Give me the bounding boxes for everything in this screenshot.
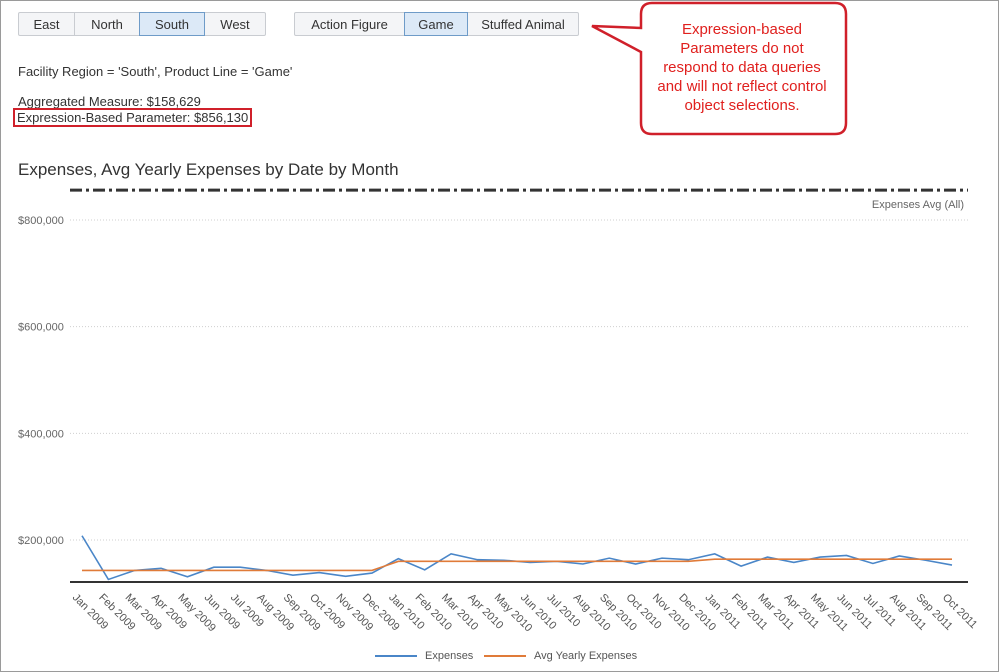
product-button-game[interactable]: Game: [404, 12, 468, 36]
y-tick-label: $800,000: [18, 215, 64, 227]
callout-line: respond to data queries: [663, 59, 821, 76]
legend-swatch: [375, 655, 417, 657]
series-line-expenses: [81, 535, 953, 581]
legend-swatch: [484, 655, 526, 657]
callout-text: Expression-based Parameters do not respo…: [642, 20, 842, 115]
region-button-south[interactable]: South: [139, 12, 205, 36]
legend-expenses[interactable]: Expenses: [375, 650, 473, 662]
legend-label: Avg Yearly Expenses: [534, 650, 638, 662]
y-tick-label: $200,000: [18, 535, 64, 547]
line-chart: $200,000 $400,000 $600,000 $800,000 Expenses…: [18, 188, 979, 634]
legend-label: Expenses: [425, 650, 474, 662]
series-line-avg-yearly-expenses: [82, 558, 952, 572]
callout-line: and will not reflect control: [657, 78, 827, 95]
callout-line: Expression-based: [681, 21, 803, 38]
y-tick-label: $400,000: [18, 428, 64, 440]
callout-line: object selections.: [684, 97, 800, 114]
chart-title: Expenses, Avg Yearly Expenses by Date by…: [18, 160, 399, 179]
legend-avg-yearly-expenses[interactable]: Avg Yearly Expenses: [484, 650, 637, 662]
y-tick-label: $600,000: [18, 322, 64, 334]
reference-line-label: Expenses Avg (All): [872, 199, 964, 211]
callout-line: Parameters do not: [680, 40, 804, 57]
